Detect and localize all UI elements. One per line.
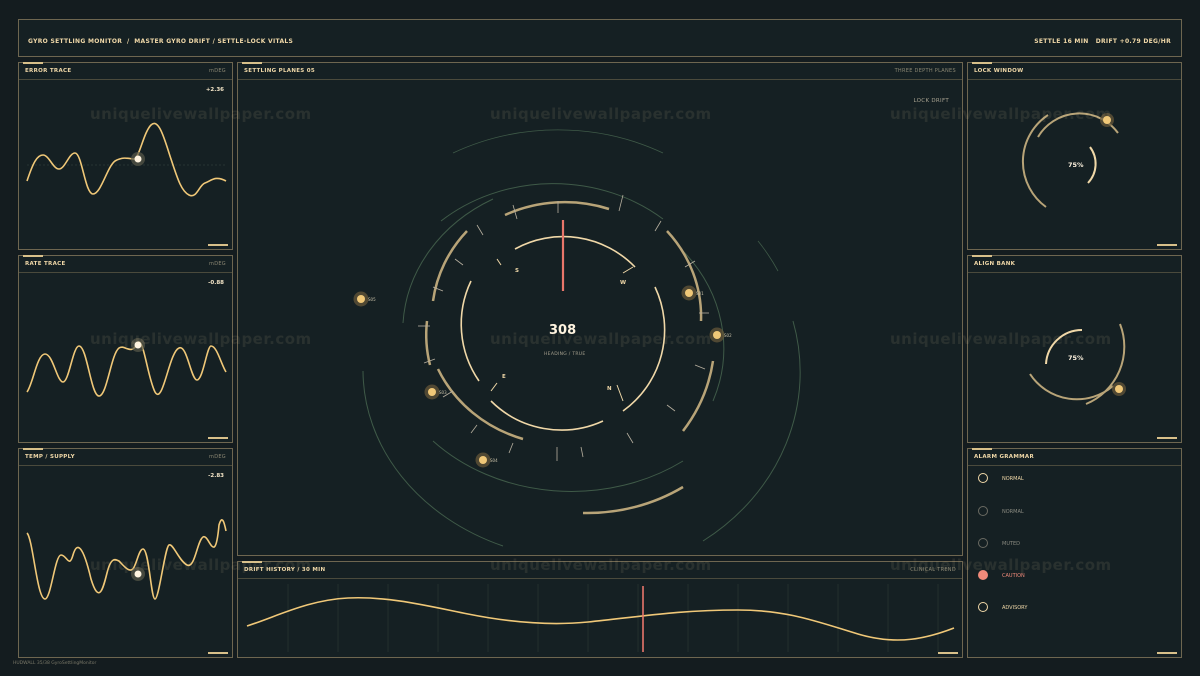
alarm-indicator	[978, 602, 988, 612]
heading-label: HEADING / TRUE	[544, 352, 586, 357]
alarm-label: CAUTION	[1002, 573, 1025, 579]
panel-foot-accent	[938, 652, 958, 654]
marker-label: S03	[439, 390, 447, 395]
cardinal-w: W	[620, 280, 627, 286]
marker-label: S04	[490, 458, 498, 463]
drift-line	[246, 596, 955, 641]
header-status: SETTLE 16 MIN DRIFT +0.79 DEG/HR	[1034, 38, 1171, 45]
marker-s05	[353, 291, 369, 307]
error-trace-line	[26, 122, 227, 197]
alarm-grammar-panel: ALARM GRAMMAR NORMAL NORMAL MUTED CAUTIO…	[967, 448, 1182, 658]
alarm-label: ADVISORY	[1002, 605, 1028, 611]
marker-s03	[424, 384, 440, 400]
panel-foot-accent	[208, 244, 228, 246]
alarm-label: NORMAL	[1002, 476, 1024, 482]
panel-title: ALARM GRAMMAR	[974, 454, 1034, 460]
marker-label: S01	[696, 291, 704, 296]
drift-history-plot	[246, 584, 955, 652]
align-bank-value: 75%	[1068, 354, 1084, 362]
panel-header: ALARM GRAMMAR	[968, 449, 1181, 466]
settling-planes-panel: SETTLING PLANES 05 THREE DEPTH PLANES LO…	[237, 62, 963, 556]
rate-trace-panel: RATE TRACE mDEG -0.88	[18, 255, 233, 443]
footer-caption: HUDWALL 35/38 GyroSettlingMonitor	[13, 661, 97, 666]
temp-supply-line	[26, 519, 227, 600]
marker-s02	[709, 327, 725, 343]
rate-trace-plot	[26, 338, 227, 397]
alarm-indicator	[978, 506, 988, 516]
marker-label: S02	[724, 333, 732, 338]
alarm-label: NORMAL	[1002, 509, 1024, 515]
heading-value: 308	[549, 323, 577, 338]
panel-foot-accent	[1157, 652, 1177, 654]
align-bank-panel: ALIGN BANK 75%	[967, 255, 1182, 443]
error-trace-plot	[26, 122, 227, 197]
temp-supply-plot	[26, 519, 227, 600]
panel-foot-accent	[1157, 244, 1177, 246]
lock-window-panel: LOCK WINDOW 75%	[967, 62, 1182, 250]
panel-foot-accent	[208, 437, 228, 439]
marker-s01	[681, 285, 697, 301]
cardinal-e: E	[502, 374, 506, 380]
lock-window-value: 75%	[1068, 161, 1084, 169]
header-bar: GYRO SETTLING MONITOR / MASTER GYRO DRIF…	[18, 19, 1182, 57]
error-trace-panel: ERROR TRACE mDEG +2.36	[18, 62, 233, 250]
lock-window-gauge	[1021, 112, 1119, 208]
alarm-indicator	[978, 570, 988, 580]
alarm-indicator	[978, 538, 988, 548]
cardinal-s: S	[515, 268, 519, 274]
marker-label: S05	[368, 297, 376, 302]
cardinal-n: N	[607, 386, 612, 392]
settling-dial	[353, 129, 801, 547]
header-title: GYRO SETTLING MONITOR / MASTER GYRO DRIF…	[28, 38, 294, 45]
alarm-label: MUTED	[1002, 541, 1021, 547]
marker-s04	[475, 452, 491, 468]
panel-foot-accent	[1157, 437, 1177, 439]
align-bank-gauge	[1029, 323, 1126, 405]
temp-supply-panel: TEMP / SUPPLY mDEG -2.83	[18, 448, 233, 658]
rate-trace-line	[26, 341, 227, 397]
panel-foot-accent	[208, 652, 228, 654]
alarm-indicator	[978, 473, 988, 483]
drift-history-panel: DRIFT HISTORY / 30 MIN CLINICAL TREND	[237, 561, 963, 658]
